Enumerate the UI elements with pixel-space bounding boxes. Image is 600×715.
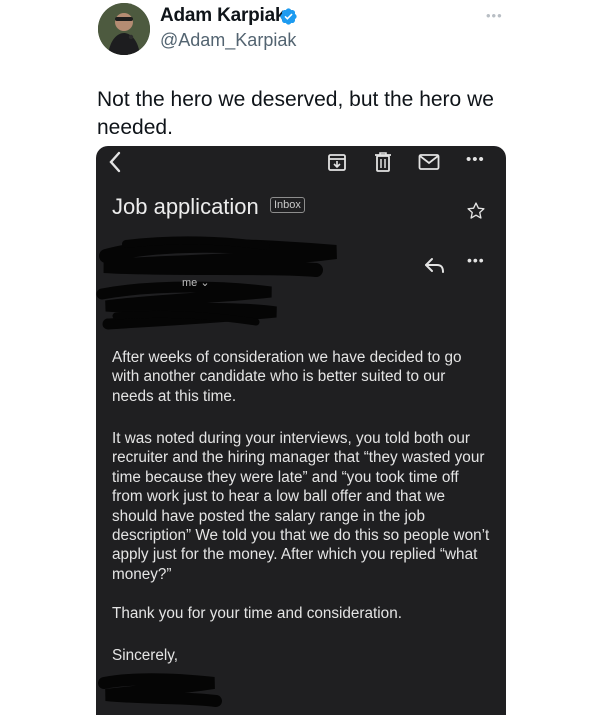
verified-badge-icon xyxy=(280,8,297,25)
reply-icon[interactable] xyxy=(424,256,446,274)
email-screenshot: ••• Job application Inbox me ⌄ ••• After… xyxy=(96,146,506,715)
sender-more-icon[interactable]: ••• xyxy=(467,252,485,268)
trash-icon[interactable] xyxy=(373,150,393,174)
email-paragraph: Thank you for your time and consideratio… xyxy=(112,605,402,622)
back-arrow-icon[interactable] xyxy=(108,150,122,174)
author-handle[interactable]: @Adam_Karpiak xyxy=(160,30,296,51)
email-subject: Job application xyxy=(112,194,259,219)
sender-redaction xyxy=(96,236,337,330)
inbox-label-chip[interactable]: Inbox xyxy=(270,197,305,213)
email-paragraph: After weeks of consideration we have dec… xyxy=(112,349,462,405)
signature-redaction xyxy=(98,673,222,707)
email-paragraph: It was noted during your interviews, you… xyxy=(112,430,490,583)
email-paragraph: Sincerely, xyxy=(112,647,179,664)
more-horizontal-icon[interactable]: ••• xyxy=(486,8,503,23)
avatar[interactable] xyxy=(98,3,150,55)
star-icon[interactable] xyxy=(466,201,486,221)
author-name[interactable]: Adam Karpiak xyxy=(160,5,286,27)
tweet-text: Not the hero we deserved, but the hero w… xyxy=(97,88,494,139)
mail-icon[interactable] xyxy=(418,150,440,174)
email-more-icon[interactable]: ••• xyxy=(466,147,485,171)
recipient-toggle[interactable]: me ⌄ xyxy=(182,276,210,289)
archive-icon[interactable] xyxy=(327,150,347,174)
